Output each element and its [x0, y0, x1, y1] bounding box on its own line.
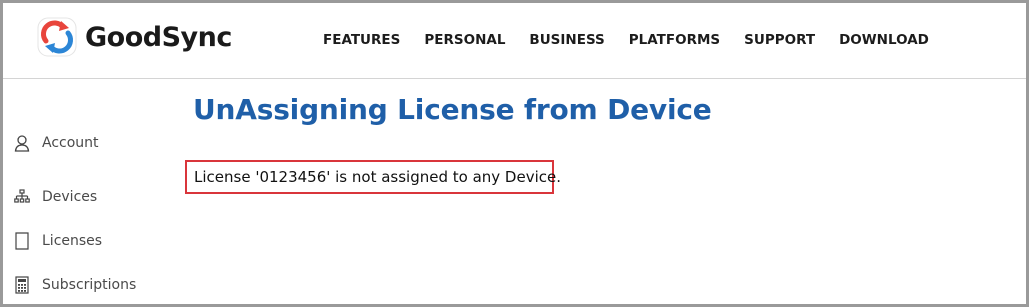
nav-personal[interactable]: PERSONAL	[424, 32, 505, 48]
sidebar-item-licenses[interactable]: Licenses	[13, 219, 136, 263]
nav-download[interactable]: DOWNLOAD	[839, 32, 929, 48]
document-icon	[13, 231, 31, 251]
nav-platforms[interactable]: PLATFORMS	[629, 32, 720, 48]
sidebar-item-label: Account	[42, 135, 99, 151]
sidebar-item-subscriptions[interactable]: Subscriptions	[13, 263, 136, 307]
page-title: UnAssigning License from Device	[193, 93, 712, 126]
nav-business[interactable]: BUSINESS	[529, 32, 604, 48]
sidebar-item-label: Licenses	[42, 233, 103, 249]
account-sidebar: Account Devices Licenses Subscriptions	[13, 131, 136, 307]
network-icon	[13, 187, 31, 207]
sidebar-item-devices[interactable]: Devices	[13, 175, 136, 219]
brand-name: GoodSync	[85, 21, 232, 53]
site-header: GoodSync FEATURES PERSONAL BUSINESS PLAT…	[3, 3, 1026, 79]
status-message-highlight: License '0123456' is not assigned to any…	[185, 160, 561, 194]
main-nav: FEATURES PERSONAL BUSINESS PLATFORMS SUP…	[323, 32, 953, 48]
goodsync-logo-icon	[37, 17, 77, 57]
brand-logo[interactable]: GoodSync	[37, 17, 232, 57]
user-icon	[13, 133, 31, 153]
browser-frame: GoodSync FEATURES PERSONAL BUSINESS PLAT…	[0, 0, 1029, 307]
sidebar-item-label: Devices	[42, 189, 98, 205]
calculator-icon	[13, 275, 31, 295]
nav-features[interactable]: FEATURES	[323, 32, 400, 48]
sidebar-item-label: Subscriptions	[42, 277, 137, 293]
nav-support[interactable]: SUPPORT	[744, 32, 815, 48]
sidebar-item-account[interactable]: Account	[13, 131, 136, 155]
status-message: License '0123456' is not assigned to any…	[194, 168, 561, 186]
